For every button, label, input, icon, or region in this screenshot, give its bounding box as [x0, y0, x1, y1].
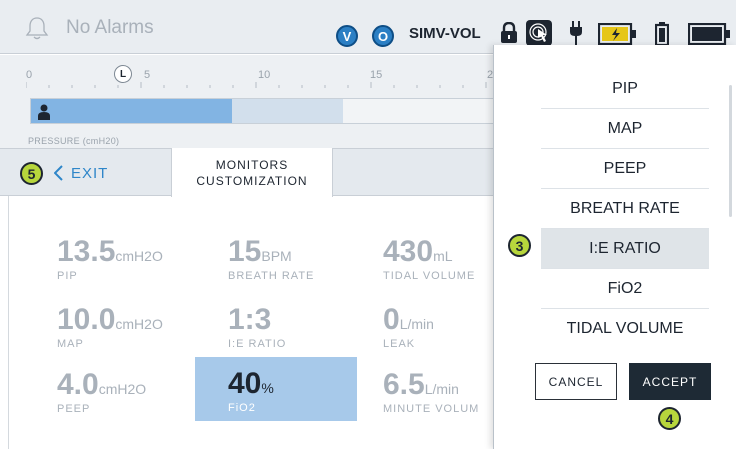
ventilation-v-badge[interactable]: V	[336, 25, 358, 47]
ventilation-mode[interactable]: SIMV-VOL	[409, 25, 481, 42]
monitor-value: 15	[228, 235, 262, 268]
patient-icon	[38, 104, 50, 120]
tab-bar: 5 EXIT MONITORS CUSTOMIZATION	[0, 148, 500, 197]
tab-monitors-customization[interactable]: MONITORS CUSTOMIZATION	[171, 148, 333, 197]
step-4-badge: 4	[658, 407, 681, 430]
content-left-border	[8, 196, 9, 449]
option-fio2[interactable]: FiO2	[541, 269, 709, 309]
monitor-peep[interactable]: 4.0cmH2O PEEP	[57, 368, 147, 416]
tab-label-line2: CUSTOMIZATION	[196, 173, 308, 188]
lock-icon[interactable]	[500, 22, 518, 44]
monitor-unit: BPM	[261, 248, 292, 264]
monitor-value: 4.0	[57, 368, 99, 401]
external-battery-icon	[598, 23, 636, 45]
monitor-value: 1:3	[228, 303, 272, 336]
cancel-button[interactable]: CANCEL	[535, 363, 617, 400]
monitor-fio2[interactable]: 40% FiO2	[195, 357, 357, 421]
option-ie-ratio[interactable]: I:E RATIO	[541, 229, 709, 269]
monitor-unit: L/min	[424, 381, 459, 397]
pressure-axis-label: PRESSURE (cmH20)	[28, 136, 120, 146]
monitor-options-panel: PIP MAP PEEP BREATH RATE I:E RATIO FiO2 …	[493, 45, 736, 449]
monitor-breath-rate[interactable]: 15BPM BREATH RATE	[228, 235, 315, 283]
pressure-tick-label: 0	[26, 69, 33, 81]
option-breath-rate[interactable]: BREATH RATE	[541, 189, 709, 229]
monitor-unit: cmH2O	[98, 381, 147, 397]
step-5-badge: 5	[20, 162, 43, 185]
pressure-limit-marker[interactable]: L	[114, 65, 132, 83]
monitor-value: 0	[383, 303, 400, 336]
monitor-value: 430	[383, 235, 434, 268]
monitor-unit: cmH2O	[115, 248, 163, 264]
monitor-name: MAP	[57, 338, 84, 350]
main-battery-icon	[688, 23, 730, 45]
accept-button[interactable]: ACCEPT	[629, 363, 711, 400]
monitor-value: 10.0	[57, 303, 116, 336]
step-3-badge: 3	[508, 234, 531, 257]
pressure-tick-label: 15	[370, 69, 383, 81]
pressure-bar	[30, 98, 500, 124]
monitor-pip[interactable]: 13.5cmH2O PIP	[57, 235, 163, 283]
ventilation-o-badge[interactable]: O	[372, 25, 394, 47]
option-map[interactable]: MAP	[541, 109, 709, 149]
chevron-left-icon	[54, 165, 63, 181]
alarm-status-text: No Alarms	[66, 17, 154, 38]
option-tidal-volume[interactable]: TIDAL VOLUME	[541, 309, 709, 349]
option-peep[interactable]: PEEP	[541, 149, 709, 189]
monitor-name: PEEP	[57, 403, 91, 415]
internal-battery-icon	[655, 22, 669, 46]
power-plug-icon	[570, 21, 582, 45]
monitor-value: 6.5	[383, 368, 425, 401]
monitor-name: TIDAL VOLUME	[383, 270, 476, 282]
pressure-tick-label: 10	[258, 69, 271, 81]
monitor-unit: L/min	[399, 316, 434, 332]
monitor-name: MINUTE VOLUM	[383, 403, 480, 415]
monitor-leak[interactable]: 0L/min LEAK	[383, 303, 434, 351]
monitor-name: BREATH RATE	[228, 270, 315, 282]
monitor-map[interactable]: 10.0cmH2O MAP	[57, 303, 163, 351]
monitor-ie-ratio[interactable]: 1:3 I:E RATIO	[228, 303, 287, 351]
exit-label: EXIT	[71, 164, 109, 182]
monitor-unit: %	[261, 380, 274, 396]
monitor-name: LEAK	[383, 338, 416, 350]
option-pip[interactable]: PIP	[541, 69, 709, 109]
monitor-unit: mL	[433, 248, 453, 264]
pressure-ruler-ticks	[26, 82, 487, 88]
monitor-minute-volume[interactable]: 6.5L/min MINUTE VOLUM	[383, 368, 480, 416]
tab-label-line1: MONITORS	[215, 157, 289, 172]
pressure-tick-label: 5	[144, 69, 151, 81]
monitor-name: PIP	[57, 270, 78, 282]
monitor-value: 40	[228, 367, 262, 400]
monitor-value: 13.5	[57, 235, 116, 268]
monitor-name: FiO2	[228, 402, 256, 414]
monitor-tidal-volume[interactable]: 430mL TIDAL VOLUME	[383, 235, 476, 283]
touch-lock-icon[interactable]	[526, 20, 552, 46]
pressure-bar-fill	[31, 99, 233, 123]
exit-button[interactable]: EXIT	[54, 162, 108, 184]
options-scrollbar[interactable]	[729, 85, 732, 217]
monitor-name: I:E RATIO	[228, 338, 287, 350]
bell-outline-icon	[25, 17, 49, 40]
monitor-unit: cmH2O	[115, 316, 163, 332]
